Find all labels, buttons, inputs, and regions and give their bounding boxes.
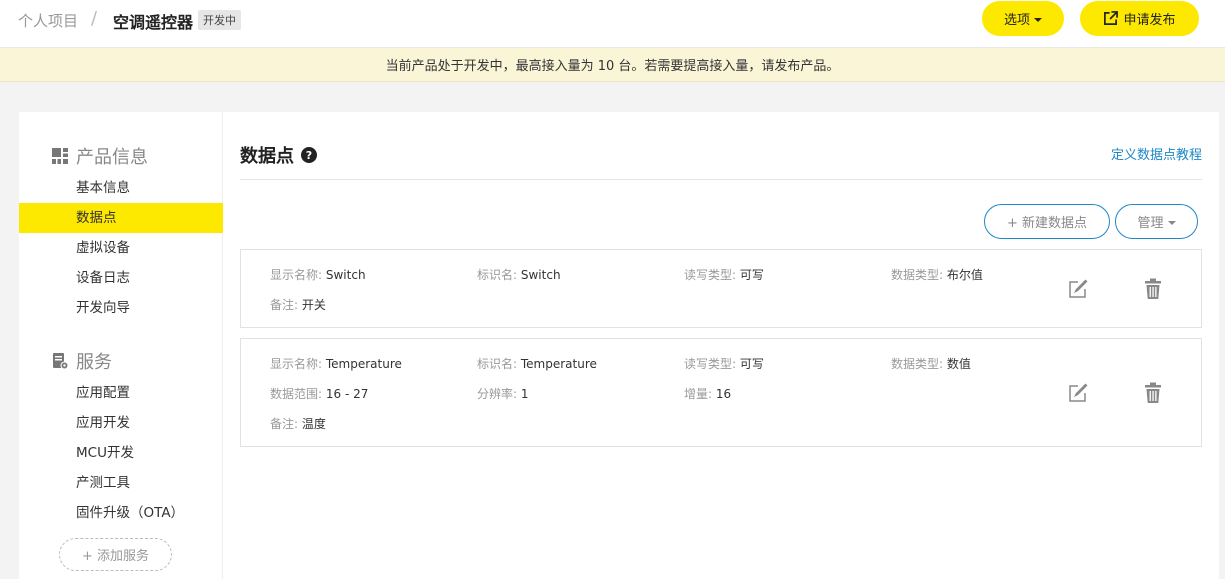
section-services: 服务 <box>51 348 112 374</box>
field-data-type: 数据类型: 布尔值 <box>891 268 983 282</box>
field-resolution: 分辨率: 1 <box>477 387 529 401</box>
tutorial-link[interactable]: 定义数据点教程 <box>1111 144 1202 163</box>
grid-icon <box>52 148 68 164</box>
options-button[interactable]: 选项 <box>982 1 1064 36</box>
dev-notice-banner: 当前产品处于开发中，最高接入量为 10 台。若需要提高接入量，请发布产品。 <box>0 48 1225 82</box>
trash-icon[interactable] <box>1143 278 1163 300</box>
publish-button[interactable]: 申请发布 <box>1080 1 1199 36</box>
sidebar-item-dev-guide[interactable]: 开发向导 <box>19 293 223 323</box>
sidebar-item-mcu-dev[interactable]: MCU开发 <box>19 438 223 468</box>
help-icon[interactable]: ? <box>301 147 317 163</box>
caret-down-icon <box>1167 220 1176 225</box>
sidebar-item-app-dev[interactable]: 应用开发 <box>19 408 223 438</box>
field-increment: 增量: 16 <box>684 387 732 401</box>
section-product-info-label: 产品信息 <box>76 147 148 168</box>
title-divider <box>240 179 1202 180</box>
field-identifier: 标识名: Temperature <box>477 357 597 371</box>
sidebar-item-basic-info[interactable]: 基本信息 <box>19 173 223 203</box>
manage-label: 管理 <box>1137 216 1164 231</box>
datapoint-card: 显示名称: Switch 标识名: Switch 读写类型: 可写 数据类型: … <box>240 249 1202 328</box>
service-icon <box>53 353 69 370</box>
section-services-label: 服务 <box>76 352 112 373</box>
datapoint-card: 显示名称: Temperature 标识名: Temperature 读写类型:… <box>240 338 1202 447</box>
field-data-type: 数据类型: 数值 <box>891 357 971 371</box>
sidebar-item-virtual-device[interactable]: 虚拟设备 <box>19 233 223 263</box>
sidebar-item-device-log[interactable]: 设备日志 <box>19 263 223 293</box>
field-note: 备注: 温度 <box>270 417 326 431</box>
product-title: 空调遥控器 <box>113 13 194 32</box>
new-datapoint-button[interactable]: + 新建数据点 <box>984 204 1110 239</box>
breadcrumb-root[interactable]: 个人项目 <box>18 10 78 31</box>
field-display-name: 显示名称: Temperature <box>270 357 402 371</box>
page-title: 数据点 ? <box>240 142 317 168</box>
field-rw-type: 读写类型: 可写 <box>684 357 764 371</box>
content-panel: 产品信息 基本信息 数据点 虚拟设备 设备日志 开发向导 服务 应用配置 应用开… <box>19 112 1219 579</box>
external-link-icon <box>1104 11 1119 25</box>
status-badge: 开发中 <box>198 10 241 30</box>
edit-icon[interactable] <box>1068 383 1088 403</box>
trash-icon[interactable] <box>1143 382 1163 404</box>
options-label: 选项 <box>1003 13 1030 28</box>
section-product-info: 产品信息 <box>51 143 148 169</box>
sidebar-item-ota[interactable]: 固件升级（OTA） <box>19 498 223 528</box>
field-display-name: 显示名称: Switch <box>270 268 366 282</box>
sidebar-item-datapoints[interactable]: 数据点 <box>19 203 223 233</box>
caret-down-icon <box>1034 17 1042 22</box>
top-header: 个人项目 / 空调遥控器 开发中 选项 申请发布 <box>0 0 1225 48</box>
sidebar-item-app-config[interactable]: 应用配置 <box>19 378 223 408</box>
manage-button[interactable]: 管理 <box>1115 204 1198 239</box>
main-content: 数据点 ? 定义数据点教程 + 新建数据点 管理 显示名称: Switch 标识… <box>240 112 1202 579</box>
add-service-button[interactable]: + 添加服务 <box>59 538 172 571</box>
field-rw-type: 读写类型: 可写 <box>684 268 764 282</box>
breadcrumb-separator: / <box>91 8 98 29</box>
sidebar-item-test-tool[interactable]: 产测工具 <box>19 468 223 498</box>
field-identifier: 标识名: Switch <box>477 268 561 282</box>
notice-text: 当前产品处于开发中，最高接入量为 10 台。若需要提高接入量，请发布产品。 <box>385 59 840 74</box>
sidebar: 产品信息 基本信息 数据点 虚拟设备 设备日志 开发向导 服务 应用配置 应用开… <box>19 112 223 579</box>
field-note: 备注: 开关 <box>270 298 326 312</box>
publish-label: 申请发布 <box>1123 13 1176 28</box>
edit-icon[interactable] <box>1068 279 1088 299</box>
page-title-text: 数据点 <box>240 146 294 167</box>
field-range: 数据范围: 16 - 27 <box>270 387 369 401</box>
